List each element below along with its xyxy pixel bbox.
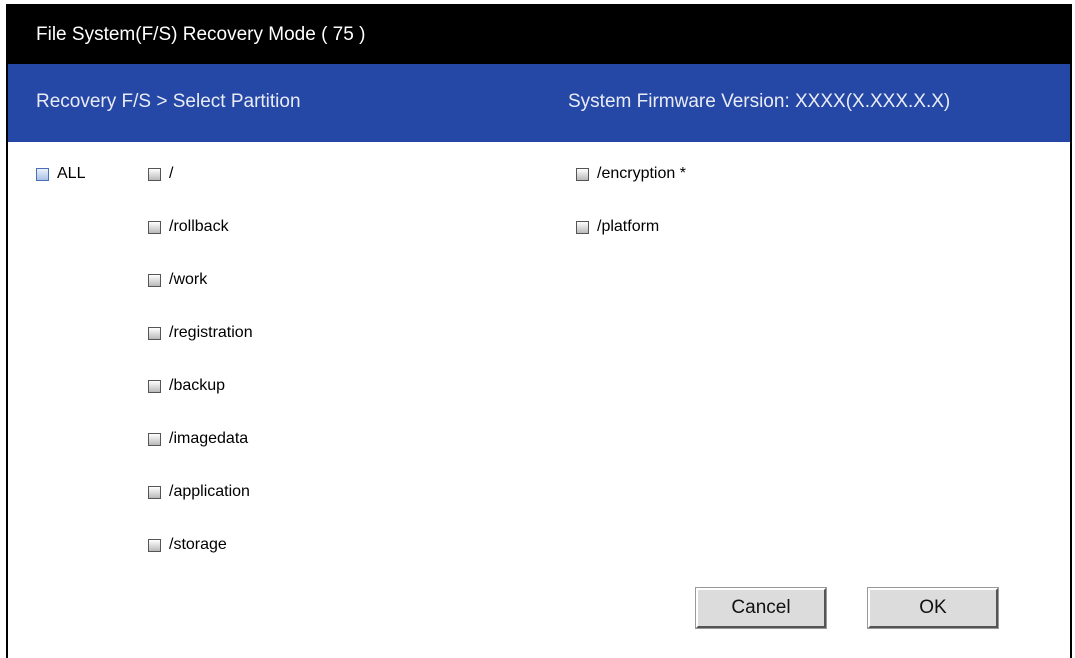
checkbox-rollback[interactable]: /rollback xyxy=(148,215,229,239)
checkbox-backup-label: /backup xyxy=(169,377,226,394)
checkbox-registration-label: /registration xyxy=(169,324,253,341)
checkbox-platform-box[interactable] xyxy=(576,220,589,234)
checkbox-all-box[interactable] xyxy=(36,167,49,181)
checkbox-backup-box[interactable] xyxy=(148,379,161,393)
checkbox-rollback-box[interactable] xyxy=(148,220,161,234)
breadcrumb: Recovery F/S > Select Partition xyxy=(36,91,301,112)
checkbox-imagedata-label: /imagedata xyxy=(169,430,249,447)
checkbox-work[interactable]: /work xyxy=(148,268,207,292)
checkbox-encryption[interactable]: /encryption * xyxy=(576,162,686,186)
checkbox-encryption-label: /encryption * xyxy=(597,165,686,182)
checkbox-root-box[interactable] xyxy=(148,167,161,181)
checkbox-root[interactable]: / xyxy=(148,162,173,186)
checkbox-registration-box[interactable] xyxy=(148,326,161,340)
checkbox-registration[interactable]: /registration xyxy=(148,321,253,345)
firmware-version: System Firmware Version: XXXX(X.XXX.X.X) xyxy=(568,91,951,112)
checkbox-platform[interactable]: /platform xyxy=(576,215,659,239)
checkbox-rollback-label: /rollback xyxy=(169,218,229,235)
checkbox-storage-label: /storage xyxy=(169,536,227,553)
recovery-dialog: File System(F/S) Recovery Mode ( 75 ) Re… xyxy=(6,4,1072,658)
checkbox-application-box[interactable] xyxy=(148,485,161,499)
checkbox-imagedata-box[interactable] xyxy=(148,432,161,446)
sub-header: Recovery F/S > Select Partition System F… xyxy=(8,64,1070,142)
checkbox-storage[interactable]: /storage xyxy=(148,533,227,557)
cancel-button[interactable]: Cancel xyxy=(695,587,827,629)
window-title: File System(F/S) Recovery Mode ( 75 ) xyxy=(36,24,366,45)
checkbox-work-box[interactable] xyxy=(148,273,161,287)
ok-button[interactable]: OK xyxy=(867,587,999,629)
checkbox-root-label: / xyxy=(169,165,174,182)
checkbox-work-label: /work xyxy=(169,271,208,288)
checkbox-platform-label: /platform xyxy=(597,218,660,235)
checkbox-backup[interactable]: /backup xyxy=(148,374,225,398)
title-bar: File System(F/S) Recovery Mode ( 75 ) xyxy=(8,6,1070,64)
checkbox-storage-box[interactable] xyxy=(148,538,161,552)
checkbox-application[interactable]: /application xyxy=(148,480,250,504)
checkbox-all-label: ALL xyxy=(57,165,86,182)
checkbox-application-label: /application xyxy=(169,483,250,500)
checkbox-all[interactable]: ALL xyxy=(36,162,85,186)
checkbox-encryption-box[interactable] xyxy=(576,167,589,181)
checkbox-imagedata[interactable]: /imagedata xyxy=(148,427,248,451)
